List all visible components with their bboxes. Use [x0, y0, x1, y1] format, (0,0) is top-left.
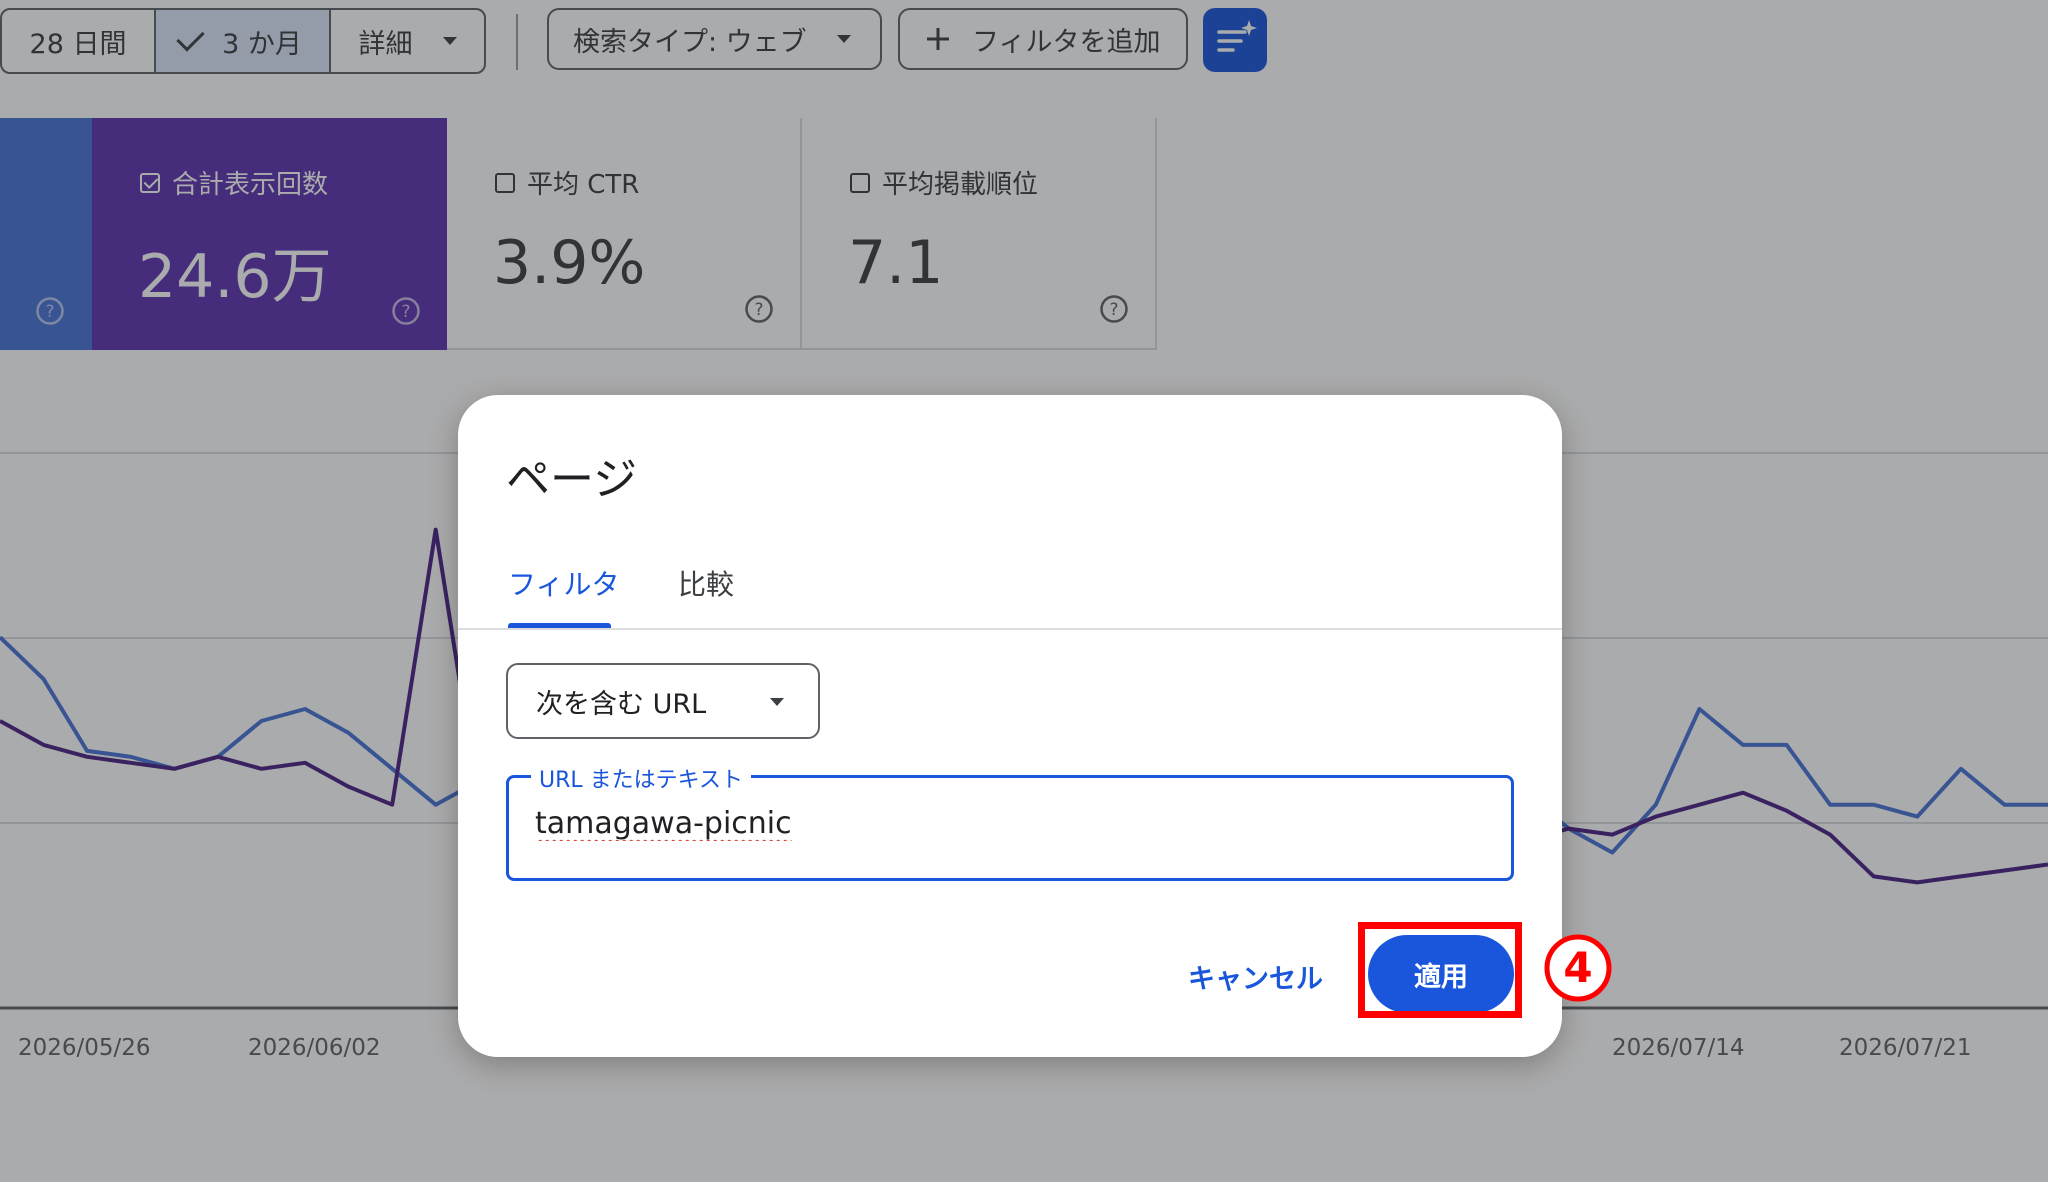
- url-text-field: URL またはテキスト: [506, 762, 1514, 881]
- step-number-label: 4: [1563, 943, 1592, 992]
- match-type-value: 次を含む URL: [536, 688, 707, 720]
- match-type-select[interactable]: 次を含む URL: [506, 663, 820, 739]
- chevron-down-icon: [770, 698, 784, 706]
- url-field-label: URL またはテキスト: [531, 762, 751, 794]
- url-input[interactable]: [535, 806, 1475, 841]
- dialog-title: ページ: [506, 454, 638, 505]
- step-number-badge: 4: [1544, 934, 1612, 1002]
- tab-compare[interactable]: 比較: [678, 563, 734, 603]
- tab-filter[interactable]: フィルタ: [508, 563, 619, 603]
- apply-highlight-box: [1358, 922, 1522, 1018]
- tab-divider: [458, 628, 1562, 630]
- cancel-button[interactable]: キャンセル: [1188, 957, 1323, 996]
